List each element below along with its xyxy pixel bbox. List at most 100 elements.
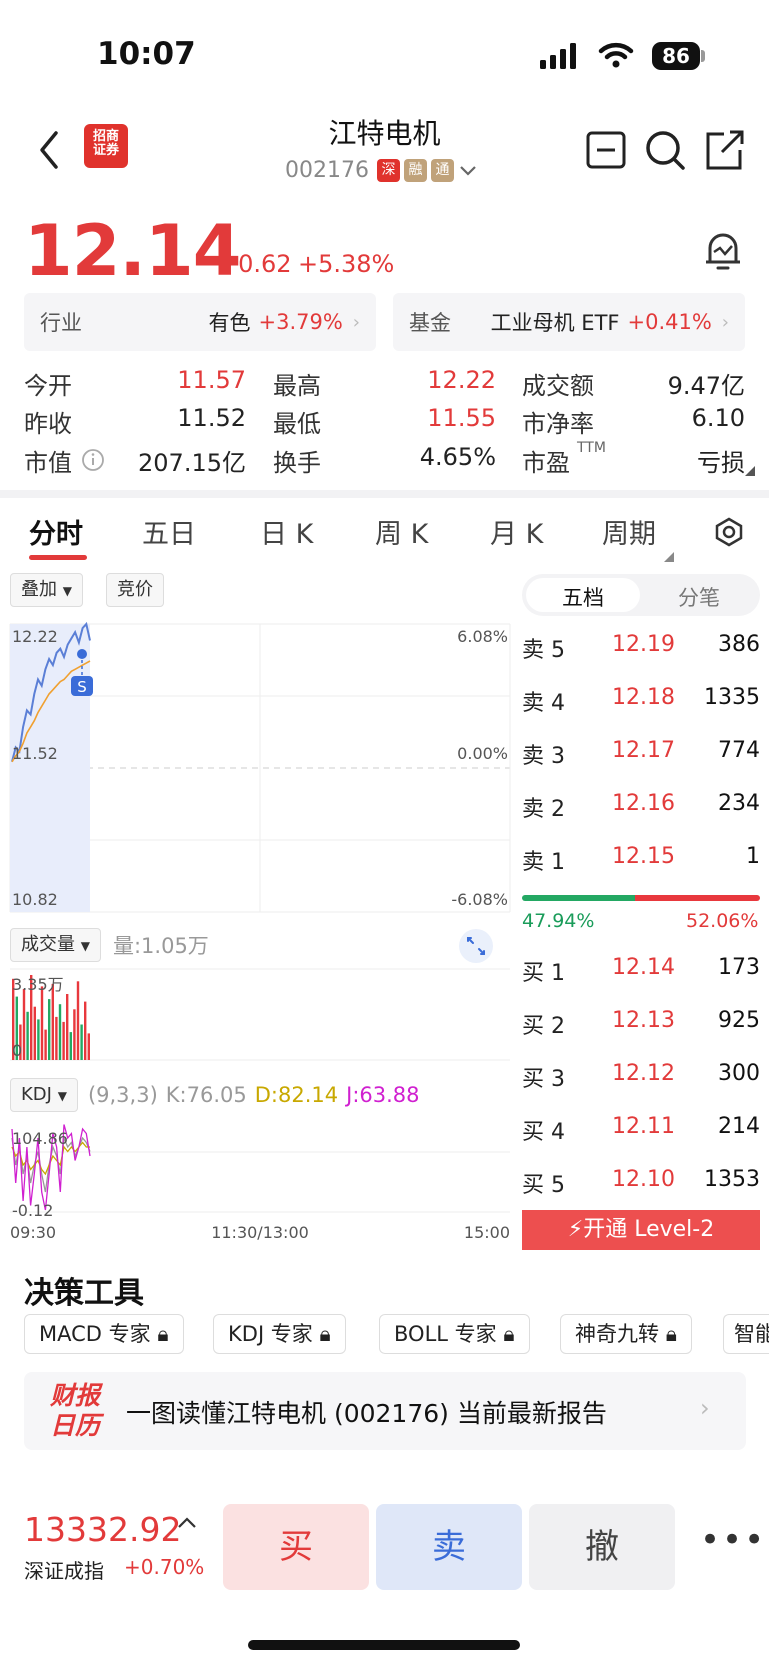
bid-volume: 925 [718,1008,760,1033]
caret-down-icon: ▼ [57,1089,67,1103]
volume-axis-max: 3.35万 [12,975,64,994]
ask-row[interactable]: 卖 1 12.15 1 [522,844,760,884]
bid-side: 买 1 [522,961,565,986]
index-name: 深证成指 [24,1559,104,1583]
expand-corner-icon[interactable] [745,466,755,476]
tab-daily-k[interactable]: 日 K [260,512,313,551]
tool-label: MACD 专家 [39,1322,151,1346]
kdj-dropdown[interactable]: KDJ ▼ [10,1078,78,1112]
more-icon[interactable]: ••• [700,1520,766,1560]
kdj-dropdown-label: KDJ [21,1084,52,1105]
buy-ratio: 47.94% [522,910,595,932]
lock-icon: 🔒︎ [157,1322,169,1346]
ask-row[interactable]: 卖 4 12.18 1335 [522,685,760,725]
buy-button[interactable]: 买 [223,1504,369,1590]
bid-row[interactable]: 买 4 12.11 214 [522,1114,760,1154]
chevron-right-icon: › [721,311,729,333]
lock-icon: 🔒︎ [665,1322,677,1346]
stock-code-row[interactable]: 002176 深 融 通 [285,155,478,185]
stat-mktcap-value: 207.15亿 [138,449,246,477]
cancel-button[interactable]: 撤 [529,1504,675,1590]
ask-row[interactable]: 卖 5 12.19 386 [522,632,760,672]
sell-ratio-bar [635,895,760,901]
volume-axis-min: 0 [12,1041,22,1060]
kdj-d: D:82.14 [254,1083,339,1107]
fund-name: 工业母机 ETF [490,311,620,335]
bid-volume: 300 [718,1061,760,1086]
tab-intraday[interactable]: 分时 [29,512,83,551]
share-icon[interactable] [702,128,746,172]
kdj-j: J:63.88 [346,1083,420,1107]
tool-label: KDJ 专家 [228,1322,313,1346]
tool-td-nine[interactable]: 神奇九转 🔒︎ [560,1314,692,1354]
ask-volume: 1 [746,844,760,869]
info-icon[interactable] [81,448,105,472]
bid-row[interactable]: 买 2 12.13 925 [522,1008,760,1048]
minus-square-icon[interactable] [584,128,628,172]
stat-low-value: 11.55 [427,404,496,432]
settings-hexagon-icon[interactable] [713,516,745,548]
search-icon[interactable] [643,128,687,172]
volume-bar [58,1004,62,1060]
stat-mktcap-label: 市值 [24,449,72,477]
sell-button[interactable]: 卖 [376,1504,522,1590]
bid-price: 12.10 [612,1167,675,1192]
volume-dropdown-label: 成交量 [21,934,75,955]
overlay-dropdown[interactable]: 叠加 ▼ [10,573,83,607]
industry-box[interactable]: 行业 有色 +3.79% › [24,293,376,351]
price-change-pct: +5.38% [298,250,395,278]
level2-button[interactable]: ⚡开通 Level-2 [522,1210,760,1250]
ask-row[interactable]: 卖 2 12.16 234 [522,791,760,831]
tab-period[interactable]: 周期 [602,512,656,551]
volume-bar [66,994,69,1060]
section-divider [0,490,769,498]
tab-tick[interactable]: 分笔 [642,582,756,612]
ask-volume: 1335 [704,685,760,710]
bid-row[interactable]: 买 1 12.14 173 [522,955,760,995]
stat-turnover-label: 换手 [273,449,321,477]
tool-kdj[interactable]: KDJ 专家 🔒︎ [213,1314,346,1354]
industry-name: 有色 [208,311,251,335]
bid-volume: 1353 [704,1167,760,1192]
volume-dropdown[interactable]: 成交量 ▼ [10,928,101,962]
battery-tip [701,50,705,62]
bid-side: 买 3 [522,1067,565,1092]
price-axis-top: 12.22 [12,627,58,646]
bid-row[interactable]: 买 5 12.10 1353 [522,1167,760,1207]
index-value[interactable]: 13332.92 [24,1510,181,1549]
auction-toggle[interactable]: 竞价 [106,573,164,607]
sell-ratio: 52.06% [686,910,759,932]
bid-row[interactable]: 买 3 12.12 300 [522,1061,760,1101]
volume-bar [69,1032,72,1060]
tab-weekly-k[interactable]: 周 K [375,512,428,551]
ask-price: 12.16 [612,791,675,816]
ask-row[interactable]: 卖 3 12.17 774 [522,738,760,778]
price-alert-icon[interactable] [700,228,746,274]
auction-label: 竞价 [117,579,153,600]
bid-price: 12.14 [612,955,675,980]
volume-bar [80,1024,83,1060]
report-calendar-logo: 财报 日历 [49,1381,100,1440]
tool-smart[interactable]: 智能 [723,1314,769,1354]
stat-pb-label: 市净率 [522,410,594,438]
tool-macd[interactable]: MACD 专家 🔒︎ [24,1314,184,1354]
ask-side: 卖 3 [522,744,565,769]
index-pct: +0.70% [124,1555,205,1579]
volume-bar [84,1001,87,1060]
fullscreen-icon[interactable] [459,929,493,963]
tool-boll[interactable]: BOLL 专家 🔒︎ [379,1314,530,1354]
tab-five-day[interactable]: 五日 [142,512,196,551]
stat-turnover-amount-label: 成交额 [522,372,594,400]
fund-box[interactable]: 基金 工业母机 ETF +0.41% › [393,293,745,351]
volume-bar [26,1011,29,1060]
time-axis-mid: 11:30/13:00 [211,1223,309,1240]
tab-five-levels[interactable]: 五档 [526,582,640,612]
chevron-up-icon[interactable] [176,1512,198,1534]
tools-title: 决策工具 [24,1276,144,1311]
tab-monthly-k[interactable]: 月 K [490,512,543,551]
stat-pe-sup: TTM [577,440,606,456]
price-change: +0.62 [218,250,292,278]
tag-margin: 融 [403,158,427,182]
kdj-header: KDJ ▼ (9,3,3) K:76.05 D:82.14 J:63.88 [10,1078,420,1112]
kdj-k: K:76.05 [165,1083,247,1107]
